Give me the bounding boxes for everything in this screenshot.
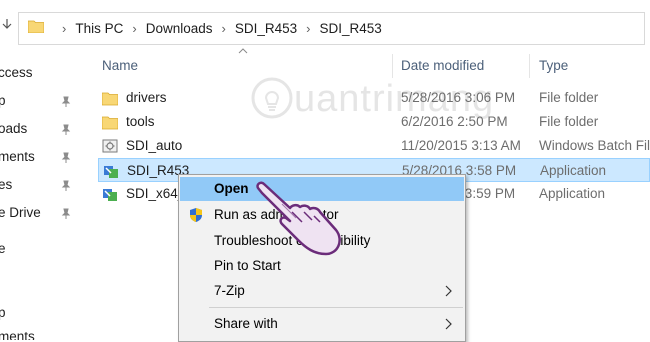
nav-item-onedrive[interactable]: e Drive bbox=[0, 205, 41, 220]
breadcrumb-sdi-r453-inner[interactable]: SDI_R453 bbox=[319, 21, 381, 36]
pin-icon bbox=[61, 208, 71, 219]
chevron-right-icon[interactable]: › bbox=[62, 21, 66, 36]
breadcrumb-downloads[interactable]: Downloads bbox=[146, 21, 213, 36]
uac-shield-icon bbox=[190, 208, 202, 222]
menu-item-label: Share with bbox=[214, 316, 278, 331]
file-date: 11/20/2015 3:13 AM bbox=[401, 138, 521, 153]
menu-item-label: Pin to Start bbox=[214, 258, 281, 273]
file-type: Windows Batch Fil bbox=[539, 138, 650, 153]
column-header-type[interactable]: Type bbox=[539, 50, 639, 80]
breadcrumb: › This PC › Downloads › SDI_R453 › SDI_R… bbox=[53, 13, 382, 44]
chevron-right-icon[interactable]: › bbox=[132, 21, 136, 36]
chevron-right-icon[interactable]: › bbox=[306, 21, 310, 36]
nav-item-desktop-2[interactable]: p bbox=[0, 305, 6, 320]
breadcrumb-this-pc[interactable]: This PC bbox=[75, 21, 123, 36]
pin-icon bbox=[61, 152, 71, 163]
file-row-drivers[interactable]: drivers 5/28/2016 3:06 PM File folder bbox=[98, 86, 650, 110]
chevron-right-icon[interactable]: › bbox=[222, 21, 226, 36]
nav-item-onedrive-root[interactable]: e bbox=[0, 241, 6, 256]
file-type: File folder bbox=[539, 114, 599, 129]
file-type: Application bbox=[540, 163, 607, 178]
file-date: 5/28/2016 3:06 PM bbox=[401, 90, 516, 105]
address-bar-row: › This PC › Downloads › SDI_R453 › SDI_R… bbox=[0, 0, 650, 50]
menu-separator bbox=[209, 307, 463, 308]
navigation-pane: ccess p oads ments es e Drive e p ments bbox=[0, 50, 90, 340]
file-row-sdi-auto[interactable]: SDI_auto 11/20/2015 3:13 AM Windows Batc… bbox=[98, 134, 650, 158]
menu-item-label: Open bbox=[214, 181, 249, 196]
nav-item-documents-2[interactable]: ments bbox=[0, 329, 35, 340]
pin-icon bbox=[61, 180, 71, 191]
chevron-right-icon bbox=[445, 318, 452, 330]
column-header-type-label: Type bbox=[539, 57, 569, 73]
address-bar[interactable]: › This PC › Downloads › SDI_R453 › SDI_R… bbox=[18, 12, 645, 45]
file-name: SDI_auto bbox=[126, 138, 183, 153]
file-type: File folder bbox=[539, 90, 599, 105]
pointing-hand-icon bbox=[256, 181, 341, 256]
application-icon bbox=[104, 166, 118, 178]
application-icon bbox=[103, 189, 117, 201]
file-name: drivers bbox=[126, 90, 167, 105]
batch-file-icon bbox=[102, 139, 118, 153]
nav-item-pictures[interactable]: es bbox=[0, 177, 12, 192]
menu-item-7zip[interactable]: 7-Zip bbox=[180, 279, 464, 303]
nav-item-desktop[interactable]: p bbox=[0, 93, 6, 108]
column-header-name-label: Name bbox=[102, 57, 139, 73]
pin-icon bbox=[61, 96, 71, 107]
folder-icon bbox=[102, 116, 118, 130]
file-date: 6/2/2016 2:50 PM bbox=[401, 114, 508, 129]
menu-item-label: 7-Zip bbox=[214, 283, 245, 298]
breadcrumb-sdi-r453[interactable]: SDI_R453 bbox=[235, 21, 297, 36]
file-type: Application bbox=[539, 186, 606, 201]
menu-item-share-with[interactable]: Share with bbox=[180, 312, 464, 336]
chevron-down-icon[interactable] bbox=[2, 18, 12, 30]
nav-item-downloads[interactable]: oads bbox=[0, 121, 27, 136]
column-divider[interactable] bbox=[529, 54, 530, 78]
nav-item-quick-access[interactable]: ccess bbox=[0, 65, 33, 80]
chevron-right-icon bbox=[445, 285, 452, 297]
nav-item-documents[interactable]: ments bbox=[0, 149, 35, 164]
folder-icon bbox=[28, 20, 44, 33]
pin-icon bbox=[61, 124, 71, 135]
file-row-tools[interactable]: tools 6/2/2016 2:50 PM File folder bbox=[98, 110, 650, 134]
folder-icon bbox=[102, 92, 118, 106]
column-header-date-label: Date modified bbox=[401, 57, 485, 73]
file-name: tools bbox=[126, 114, 155, 129]
file-name: SDI_x64_ bbox=[126, 186, 186, 201]
